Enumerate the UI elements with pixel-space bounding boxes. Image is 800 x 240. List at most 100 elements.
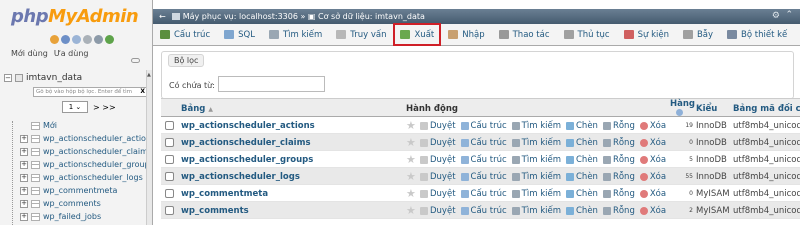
reload-icon[interactable] (105, 35, 114, 44)
insert-link[interactable]: Chèn (566, 172, 598, 182)
collapse-sidebar-icon[interactable]: ← (159, 12, 166, 21)
sidebar-table-item[interactable]: + wp_actionscheduler_claim (20, 147, 148, 156)
link-icon[interactable] (131, 58, 140, 63)
browse-link[interactable]: Duyệt (420, 189, 456, 199)
table-filter-input[interactable]: Gõ bộ vào hộp bộ lọc. Enter để tìm X (33, 87, 148, 97)
row-checkbox[interactable] (165, 121, 174, 130)
tab-triggers[interactable]: Bẫy (676, 24, 720, 46)
favorite-star-icon[interactable]: ★ (406, 119, 416, 132)
recent-tab[interactable]: Mới dùng (11, 49, 48, 58)
header-rows[interactable]: Hàng (670, 99, 695, 119)
sidebar-table-item[interactable]: + wp_comments (20, 199, 101, 208)
expand-icon[interactable]: + (20, 173, 28, 182)
tab-structure[interactable]: Cấu trúc (153, 24, 217, 46)
drop-link[interactable]: Xóa (639, 155, 666, 165)
home-icon[interactable] (50, 35, 59, 44)
collapse-icon[interactable]: − (4, 74, 12, 82)
empty-link[interactable]: Rỗng (602, 206, 635, 216)
table-name-link[interactable]: wp_actionscheduler_logs (181, 172, 300, 182)
structure-link[interactable]: Cấu trúc (460, 121, 507, 131)
drop-link[interactable]: Xóa (639, 206, 666, 216)
row-checkbox[interactable] (165, 138, 174, 147)
favorite-star-icon[interactable]: ★ (406, 136, 416, 149)
sidebar-table-item[interactable]: + wp_actionscheduler_group (20, 160, 150, 169)
table-name-link[interactable]: wp_actionscheduler_claims (181, 138, 311, 148)
settings-icon[interactable] (94, 35, 103, 44)
scroll-up-icon[interactable]: ▲ (147, 72, 151, 78)
collapse-topbar-icon[interactable]: ⌃ (785, 10, 793, 20)
table-name-link[interactable]: wp_comments (181, 206, 249, 216)
empty-link[interactable]: Rỗng (602, 155, 635, 165)
insert-link[interactable]: Chèn (566, 189, 598, 199)
page-select[interactable]: 1 ⌄ (62, 101, 88, 113)
favorite-star-icon[interactable]: ★ (406, 170, 416, 183)
insert-link[interactable]: Chèn (566, 206, 598, 216)
sidebar-table-item[interactable]: + wp_actionscheduler_logs (20, 173, 143, 182)
tab-events[interactable]: Sự kiện (617, 24, 676, 46)
sidebar-table-item[interactable]: + wp_failed_jobs (20, 212, 101, 221)
search-link[interactable]: Tìm kiếm (511, 121, 561, 131)
search-link[interactable]: Tìm kiếm (511, 172, 561, 182)
drop-link[interactable]: Xóa (639, 189, 666, 199)
expand-icon[interactable]: + (20, 199, 28, 208)
favorites-tab[interactable]: Ưa dùng (54, 49, 89, 58)
row-checkbox[interactable] (165, 172, 174, 181)
gear-icon[interactable]: ⚙ (772, 11, 780, 21)
empty-link[interactable]: Rỗng (602, 138, 635, 148)
search-link[interactable]: Tìm kiếm (511, 155, 561, 165)
row-checkbox[interactable] (165, 155, 174, 164)
table-name-link[interactable]: wp_commentmeta (181, 189, 268, 199)
empty-link[interactable]: Rỗng (602, 121, 635, 131)
expand-icon[interactable]: + (20, 186, 28, 195)
search-link[interactable]: Tìm kiếm (511, 206, 561, 216)
tab-import[interactable]: Nhập (441, 24, 491, 46)
header-type[interactable]: Kiểu (696, 104, 717, 114)
insert-link[interactable]: Chèn (566, 155, 598, 165)
empty-link[interactable]: Rỗng (602, 189, 635, 199)
expand-icon[interactable]: + (20, 160, 28, 169)
logout-icon[interactable] (61, 35, 70, 44)
help-icon[interactable] (72, 35, 81, 44)
sidebar-table-item[interactable]: + wp_commentmeta (20, 186, 117, 195)
row-checkbox[interactable] (165, 206, 174, 215)
insert-link[interactable]: Chèn (566, 138, 598, 148)
structure-link[interactable]: Cấu trúc (460, 206, 507, 216)
tab-wrench[interactable]: Thao tác (492, 24, 557, 46)
drop-link[interactable]: Xóa (639, 138, 666, 148)
tab-routines[interactable]: Thủ tục (557, 24, 617, 46)
database-tree-node[interactable]: − imtavn_data (4, 73, 82, 83)
tab-query[interactable]: Truy vấn (329, 24, 393, 46)
structure-link[interactable]: Cấu trúc (460, 138, 507, 148)
tab-designer[interactable]: Bộ thiết kế (720, 24, 794, 46)
header-table[interactable]: Bảng ▲ (181, 104, 213, 114)
expand-icon[interactable]: + (20, 134, 28, 143)
expand-icon[interactable]: + (20, 147, 28, 156)
sidebar-scrollbar[interactable] (146, 70, 152, 225)
header-collation[interactable]: Bảng mã đối chi (733, 104, 800, 114)
next-page-link[interactable]: > >> (93, 103, 116, 112)
new-table-item[interactable]: Mới (31, 121, 57, 130)
search-link[interactable]: Tìm kiếm (511, 189, 561, 199)
browse-link[interactable]: Duyệt (420, 138, 456, 148)
drop-link[interactable]: Xóa (639, 172, 666, 182)
structure-link[interactable]: Cấu trúc (460, 155, 507, 165)
sidebar-table-item[interactable]: + wp_actionscheduler_actior (20, 134, 149, 143)
insert-link[interactable]: Chèn (566, 121, 598, 131)
expand-icon[interactable]: + (20, 212, 28, 221)
favorite-star-icon[interactable]: ★ (406, 204, 416, 217)
row-checkbox[interactable] (165, 189, 174, 198)
tab-search[interactable]: Tìm kiếm (262, 24, 329, 46)
tab-export[interactable]: Xuất (393, 23, 442, 46)
structure-link[interactable]: Cấu trúc (460, 189, 507, 199)
table-name-link[interactable]: wp_actionscheduler_groups (181, 155, 313, 165)
filter-input[interactable] (218, 76, 325, 92)
empty-link[interactable]: Rỗng (602, 172, 635, 182)
info-icon[interactable] (676, 109, 683, 116)
search-link[interactable]: Tìm kiếm (511, 138, 561, 148)
drop-link[interactable]: Xóa (639, 121, 666, 131)
structure-link[interactable]: Cấu trúc (460, 172, 507, 182)
clear-filter-icon[interactable]: X (140, 88, 145, 96)
favorite-star-icon[interactable]: ★ (406, 187, 416, 200)
browse-link[interactable]: Duyệt (420, 155, 456, 165)
table-name-link[interactable]: wp_actionscheduler_actions (181, 121, 315, 131)
